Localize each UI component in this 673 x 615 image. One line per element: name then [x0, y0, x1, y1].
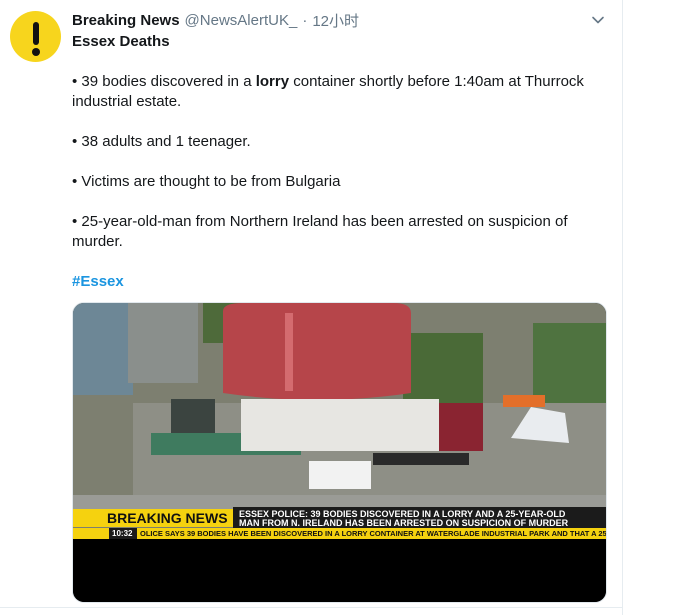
avatar[interactable] [10, 11, 61, 62]
exclamation-icon-dot [31, 48, 40, 56]
tweet-divider [0, 607, 623, 608]
timeline-border-right [622, 0, 623, 615]
media-video[interactable]: BREAKING NEWS ESSEX POLICE: 39 BODIES DI… [72, 302, 607, 603]
tweet-bullet-1: • 39 bodies discovered in a lorry contai… [72, 72, 612, 112]
tweet-title: Essex Deaths [72, 33, 170, 50]
tweet-bullet-3: • Victims are thought to be from Bulgari… [72, 173, 341, 190]
ticker-text: OLICE SAYS 39 BODIES HAVE BEEN DISCOVERE… [140, 529, 606, 538]
breaking-news-label: BREAKING NEWS [107, 510, 228, 526]
tweet-timestamp[interactable]: 12小时 [312, 10, 359, 31]
tweet-bullet-4: • 25-year-old-man from Northern Ireland … [72, 213, 568, 250]
tweet-text: Essex Deaths • 39 bodies discovered in a… [72, 32, 612, 292]
tweet-bullet-2: • 38 adults and 1 teenager. [72, 133, 251, 150]
video-frame: BREAKING NEWS ESSEX POLICE: 39 BODIES DI… [73, 303, 606, 602]
bullet-1-bold-word: lorry [255, 73, 290, 90]
ticker-clock: 10:32 [112, 529, 133, 538]
author-handle[interactable]: @NewsAlertUK_ [185, 12, 298, 29]
exclamation-icon [32, 22, 39, 45]
author-name[interactable]: Breaking News [72, 12, 180, 29]
hashtag-link[interactable]: #Essex [72, 272, 612, 292]
chevron-down-icon[interactable] [590, 12, 606, 28]
header-separator: · [302, 11, 308, 29]
tweet-header: Breaking News @NewsAlertUK_ · 12小时 [72, 10, 359, 30]
headline-line-2: MAN FROM N. IRELAND HAS BEEN ARRESTED ON… [239, 518, 569, 528]
bullet-1-text-start: • 39 bodies discovered in a [72, 73, 256, 90]
